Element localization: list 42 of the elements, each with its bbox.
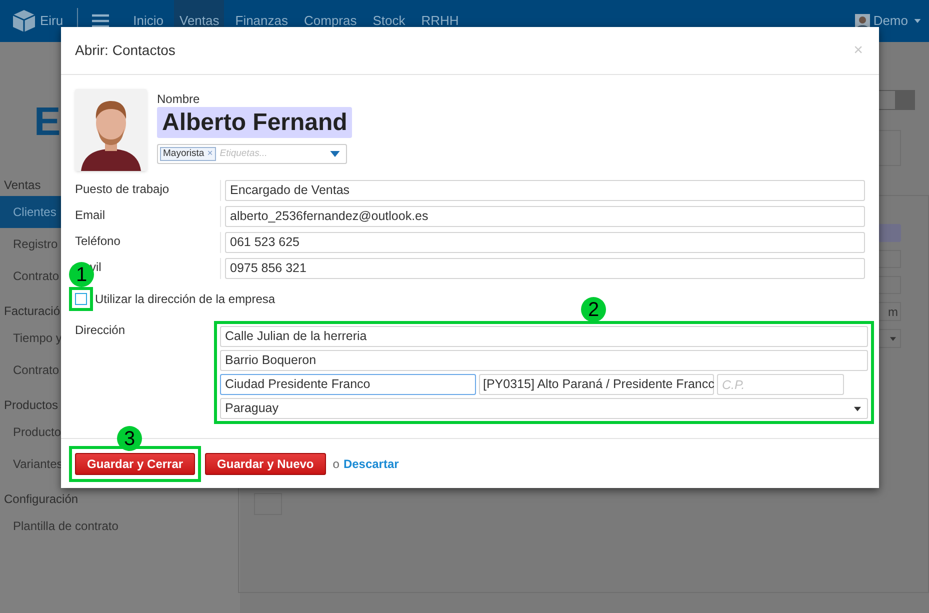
sidebar-item[interactable]: Plantilla de contrato: [0, 510, 240, 542]
caret-icon: [854, 406, 861, 412]
caret-icon: [890, 336, 896, 342]
separator-text: o: [332, 456, 340, 472]
save-button[interactable]: Guardar y Nuevo: [205, 452, 326, 474]
thumbnail-frame: [254, 493, 282, 515]
dialog-title: Abrir: Contactos: [75, 41, 176, 60]
input-field[interactable]: Encargado de Ventas: [225, 180, 865, 201]
input-field[interactable]: Barrio Boqueron: [220, 350, 868, 371]
tags-field[interactable]: Mayorista × Etiquetas...: [157, 144, 347, 164]
caret-icon: [914, 19, 921, 23]
field-label: Puesto de trabajo: [75, 182, 170, 196]
cube-icon: [12, 9, 36, 33]
user-name[interactable]: Demo: [873, 11, 908, 31]
brand-name[interactable]: Eiru: [40, 11, 64, 31]
checkbox-label: Utilizar la dirección de la empresa: [95, 291, 276, 308]
tags-placeholder: Etiquetas...: [220, 146, 268, 161]
select-field[interactable]: Paraguay: [220, 398, 868, 419]
menu-icon[interactable]: [92, 14, 110, 28]
input-field[interactable]: Calle Julian de la herreria: [220, 326, 868, 347]
checkbox[interactable]: [75, 293, 87, 305]
input-field[interactable]: Ciudad Presidente Franco: [220, 374, 476, 395]
input-field[interactable]: 061 523 625: [225, 232, 865, 253]
input-field[interactable]: 0975 856 321: [225, 258, 865, 279]
tag[interactable]: Mayorista ×: [160, 147, 216, 161]
sidebar-section-title: Productos: [4, 397, 58, 414]
caret-icon: [330, 151, 340, 157]
select-field[interactable]: [PY0315] Alto Paraná / Presidente Francc: [479, 374, 714, 395]
save-button[interactable]: Guardar y Cerrar: [75, 452, 196, 474]
input-field[interactable]: C.P.: [717, 374, 844, 395]
sidebar-section-title: Ventas: [4, 177, 41, 194]
sidebar-section-title: Facturació: [4, 303, 60, 320]
field-label: Dirección: [75, 323, 126, 337]
input-field[interactable]: alberto_2536fernandez@outlook.es: [225, 206, 865, 227]
avatar-icon[interactable]: [855, 14, 870, 28]
page-title: E: [34, 99, 61, 146]
name-field[interactable]: Alberto Fernand: [157, 107, 352, 138]
field-label: Teléfono: [75, 234, 120, 248]
field-label: Email: [75, 208, 106, 222]
discard-link[interactable]: Descartar: [343, 454, 399, 472]
sidebar-section-title: Configuración: [4, 491, 78, 508]
field-label: Nombre: [157, 92, 201, 106]
